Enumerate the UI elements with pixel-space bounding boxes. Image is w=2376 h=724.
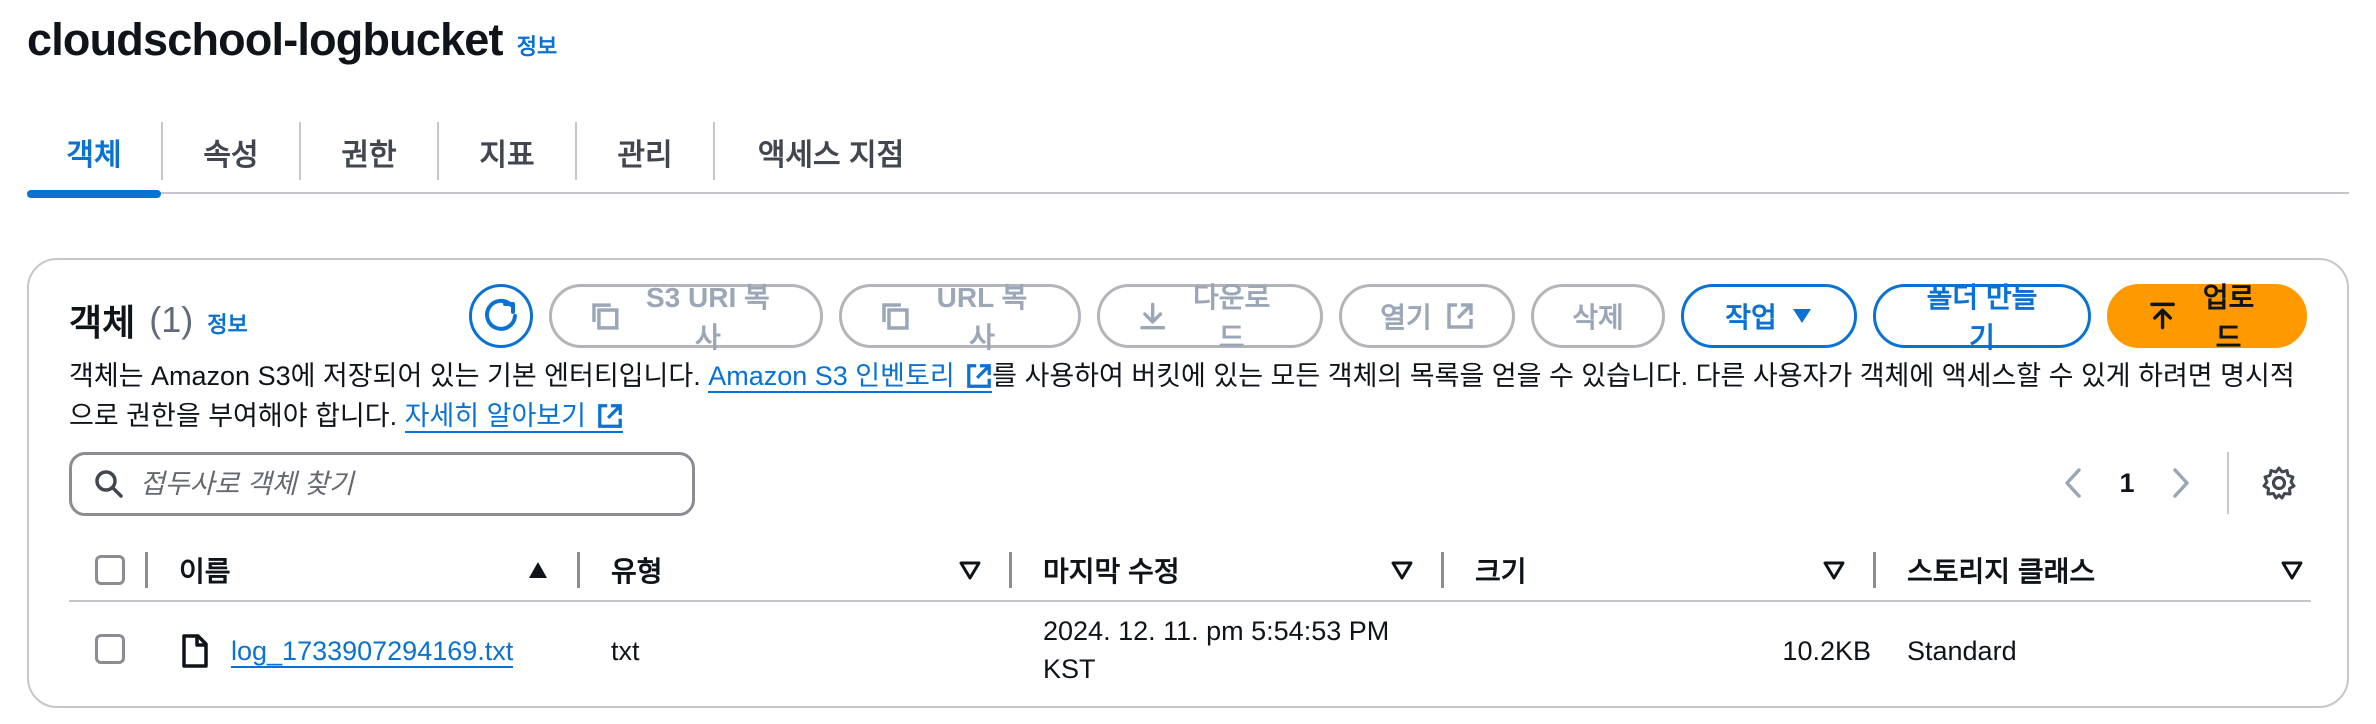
file-icon (182, 634, 208, 668)
objects-toolbar: S3 URI 복사 URL 복사 다운로드 열기 삭제 작업 폴더 만들기 업로… (469, 282, 2307, 353)
download-button[interactable]: 다운로드 (1097, 282, 1323, 353)
objects-header: 객체 (1) 정보 (69, 292, 248, 348)
download-icon (1140, 302, 1166, 330)
object-search-input[interactable] (140, 468, 660, 500)
bucket-tabs: 객체 속성 권한 지표 관리 액세스 지점 (27, 110, 2349, 198)
create-folder-button[interactable]: 폴더 만들기 (1873, 282, 2091, 353)
tab-management[interactable]: 관리 (577, 110, 713, 194)
actions-dropdown[interactable]: 작업 (1681, 284, 1857, 348)
chevron-left-icon (2065, 468, 2081, 498)
row-select-checkbox[interactable] (95, 634, 125, 664)
objects-table: 이름 유형 마지막 수정 크기 스토리지 클래스 log_17339072941… (69, 538, 2311, 702)
open-button[interactable]: 열기 (1339, 284, 1515, 348)
copy-icon (882, 303, 909, 330)
object-name-cell: log_1733907294169.txt (231, 632, 514, 670)
objects-description: 객체는 Amazon S3에 저장되어 있는 기본 엔터티입니다. Amazon… (69, 356, 2319, 436)
object-storage-class-cell: Standard (1907, 636, 2017, 666)
learn-more-link[interactable]: 자세히 알아보기 (404, 401, 624, 433)
current-page[interactable]: 1 (2101, 468, 2153, 499)
tab-properties[interactable]: 속성 (163, 110, 299, 194)
download-label: 다운로드 (1193, 282, 1271, 353)
sort-unsorted-icon[interactable] (1391, 560, 1413, 580)
copy-s3-uri-label: S3 URI 복사 (645, 282, 770, 353)
tab-permissions[interactable]: 권한 (301, 110, 437, 194)
column-header-type[interactable]: 유형 (611, 538, 663, 602)
actions-label: 작업 (1725, 302, 1777, 333)
description-text-1: 객체는 Amazon S3에 저장되어 있는 기본 엔터티입니다. (69, 361, 709, 391)
upload-button[interactable]: 업로드 (2107, 282, 2307, 353)
objects-count: (1) (149, 299, 194, 340)
pagination: 1 (2045, 448, 2307, 518)
last-modified-date: 2024. 12. 11. pm 5:54:53 PM (1043, 616, 1390, 646)
gear-icon (2262, 466, 2296, 500)
column-header-storage-class[interactable]: 스토리지 클래스 (1907, 538, 2095, 602)
refresh-button[interactable] (469, 284, 533, 348)
bucket-info-link[interactable]: 정보 (517, 29, 557, 61)
delete-button[interactable]: 삭제 (1531, 284, 1665, 348)
next-page-button[interactable] (2153, 455, 2209, 511)
chevron-right-icon (2173, 468, 2189, 498)
last-modified-timezone: KST (1043, 654, 1096, 684)
objects-panel: 객체 (1) 정보 S3 URI 복사 URL 복사 다운로드 열기 삭제 작업 (27, 258, 2349, 708)
s3-inventory-link[interactable]: Amazon S3 인벤토리 (708, 361, 993, 393)
learn-more-link-label: 자세히 알아보기 (404, 401, 594, 431)
upload-icon (2150, 302, 2175, 330)
select-all-cell (95, 538, 125, 602)
object-search (69, 452, 695, 516)
refresh-icon (485, 298, 517, 331)
sort-unsorted-icon[interactable] (959, 560, 981, 580)
column-header-last-modified[interactable]: 마지막 수정 (1043, 538, 1180, 602)
column-resizer[interactable] (1873, 552, 1876, 588)
object-size-cell: 10.2KB (1782, 636, 1871, 666)
external-link-icon (1447, 303, 1473, 329)
upload-label: 업로드 (2202, 282, 2255, 353)
sort-unsorted-icon[interactable] (2281, 560, 2303, 580)
table-settings-button[interactable] (2251, 455, 2307, 511)
objects-title: 객체 (69, 302, 136, 343)
tab-access-points[interactable]: 액세스 지점 (715, 110, 947, 194)
column-header-size[interactable]: 크기 (1475, 538, 1527, 602)
open-label: 열기 (1380, 302, 1432, 333)
objects-info-link[interactable]: 정보 (207, 307, 247, 339)
search-icon (95, 470, 123, 498)
copy-icon (592, 303, 619, 330)
copy-url-label: URL 복사 (936, 282, 1028, 353)
s3-inventory-link-label: Amazon S3 인벤토리 (708, 361, 963, 391)
column-header-name[interactable]: 이름 (179, 538, 231, 602)
select-all-checkbox[interactable] (95, 555, 125, 585)
copy-url-button[interactable]: URL 복사 (839, 282, 1081, 353)
object-last-modified-cell: 2024. 12. 11. pm 5:54:53 PM KST (1043, 612, 1389, 688)
page-title: cloudschool-logbucket (27, 14, 504, 65)
create-folder-label: 폴더 만들기 (1926, 282, 2038, 353)
pagination-separator (2227, 452, 2229, 514)
column-resizer[interactable] (1009, 552, 1012, 588)
page-header: cloudschool-logbucket 정보 (27, 8, 557, 72)
table-header: 이름 유형 마지막 수정 크기 스토리지 클래스 (69, 538, 2311, 602)
external-link-icon (598, 404, 623, 428)
table-row[interactable]: log_1733907294169.txt txt 2024. 12. 11. … (69, 602, 2311, 702)
tab-metrics[interactable]: 지표 (439, 110, 575, 194)
external-link-icon (967, 364, 991, 388)
column-resizer[interactable] (1441, 552, 1444, 588)
copy-s3-uri-button[interactable]: S3 URI 복사 (549, 282, 823, 353)
column-resizer[interactable] (577, 552, 580, 588)
tab-objects[interactable]: 객체 (27, 110, 161, 198)
object-name-link[interactable]: log_1733907294169.txt (231, 636, 514, 668)
sort-unsorted-icon[interactable] (1823, 560, 1845, 580)
sort-ascending-icon[interactable] (527, 560, 549, 580)
previous-page-button[interactable] (2045, 455, 2101, 511)
caret-down-icon (1792, 309, 1811, 323)
column-resizer[interactable] (145, 552, 148, 588)
object-type-cell: txt (611, 636, 640, 666)
delete-label: 삭제 (1572, 302, 1624, 333)
